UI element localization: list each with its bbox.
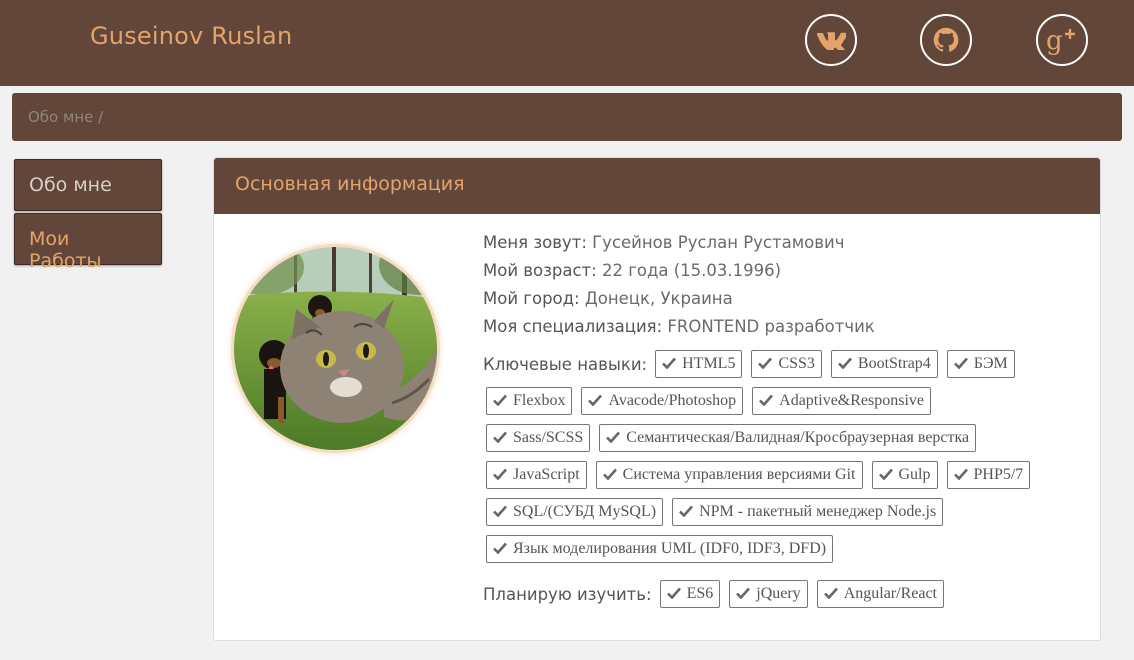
skill-tag-label: Adaptive&Responsive <box>779 392 925 409</box>
plan-label: Планирую изучить: <box>483 584 652 604</box>
skill-tag-label: ES6 <box>686 585 714 602</box>
skills-row: Ключевые навыки: HTML5 CSS3 BootStrap4 БЭМ <box>483 350 1024 380</box>
info-city: Мой город: Донецк, Украина <box>483 285 1083 313</box>
skill-tag: HTML5 <box>655 350 743 378</box>
skills-label: Ключевые навыки: <box>483 354 648 374</box>
github-icon <box>932 26 960 54</box>
google-plus-icon: g <box>1045 25 1079 55</box>
personal-info: Меня зовут: Гусейнов Руслан Рустамович М… <box>483 229 1083 608</box>
check-icon <box>493 503 513 520</box>
plan-tag: ES6 <box>659 580 721 608</box>
check-icon <box>493 466 513 483</box>
check-icon <box>606 429 626 446</box>
check-icon <box>758 355 778 372</box>
skills-row: Flexbox Avacode/Photoshop Adaptive&Respons… <box>486 387 940 417</box>
check-icon <box>662 355 682 372</box>
skill-tag: Gulp <box>871 461 938 489</box>
check-icon <box>878 466 899 483</box>
check-icon <box>679 503 699 520</box>
skill-tag: Язык моделирования UML (IDF0, IDF3, DFD) <box>486 535 834 563</box>
check-icon <box>953 466 974 483</box>
site-header: Guseinov Ruslan g <box>0 0 1134 86</box>
check-icon <box>493 540 513 557</box>
vk-link[interactable] <box>805 14 857 66</box>
info-age: Мой возраст: 22 года (15.03.1996) <box>483 257 1083 285</box>
skill-tag: Flexbox <box>486 387 573 415</box>
info-name: Меня зовут: Гусейнов Руслан Рустамович <box>483 229 1083 257</box>
check-icon <box>493 392 513 409</box>
skill-tag-label: Angular/React <box>843 585 937 602</box>
skill-tag-label: JavaScript <box>513 466 580 483</box>
skill-tag: Система управления версиями Git <box>595 461 863 489</box>
skill-tag: JavaScript <box>486 461 587 489</box>
skill-tag: NPM - пакетный менеджер Node.js <box>672 498 944 526</box>
skill-tag: BootStrap4 <box>830 350 938 378</box>
skill-tag-label: PHP5/7 <box>973 466 1024 483</box>
skill-tag-label: NPM - пакетный менеджер Node.js <box>699 503 937 520</box>
github-link[interactable] <box>920 14 972 66</box>
skill-tag-label: БЭМ <box>973 355 1008 372</box>
plan-tag: jQuery <box>729 580 808 608</box>
check-icon <box>953 355 974 372</box>
nav-item-about[interactable]: Обо мне <box>14 159 162 211</box>
check-icon <box>823 585 844 602</box>
check-icon <box>588 392 608 409</box>
vk-icon <box>816 30 846 50</box>
info-specialization-label: Моя специализация: <box>483 317 663 336</box>
skill-tag: PHP5/7 <box>946 461 1031 489</box>
check-icon <box>759 392 779 409</box>
skills-row: JavaScript Система управления версиями Gi… <box>486 461 1039 491</box>
skills-row: Sass/SCSS Семантическая/Валидная/Кросбрау… <box>486 424 985 454</box>
plan-tag: Angular/React <box>816 580 944 608</box>
skill-tag: Avacode/Photoshop <box>581 387 744 415</box>
skill-tag-label: Семантическая/Валидная/Кросбраузерная ве… <box>626 429 970 446</box>
skill-tag-label: Sass/SCSS <box>513 429 584 446</box>
nav-item-works[interactable]: Мои Работы <box>14 213 162 272</box>
google-plus-link[interactable]: g <box>1036 14 1088 66</box>
skill-tag-label: SQL/(СУБД MySQL) <box>513 503 657 520</box>
skill-tag-label: Язык моделирования UML (IDF0, IDF3, DFD) <box>513 540 827 557</box>
check-icon <box>736 585 756 602</box>
card-title: Основная информация <box>214 158 1100 214</box>
info-name-label: Меня зовут: <box>483 233 587 252</box>
check-icon <box>493 429 513 446</box>
brand-name[interactable]: Guseinov Ruslan <box>90 22 292 50</box>
skill-tag: Семантическая/Валидная/Кросбраузерная ве… <box>599 424 977 452</box>
skill-tag: Adaptive&Responsive <box>752 387 932 415</box>
skills-row: SQL/(СУБД MySQL) NPM - пакетный менеджер … <box>486 498 952 528</box>
skills-row: Язык моделирования UML (IDF0, IDF3, DFD) <box>486 535 842 565</box>
info-city-label: Мой город: <box>483 289 580 308</box>
plan-row: Планирую изучить: ES6 jQuery Angular/React <box>483 580 953 610</box>
skill-tag-label: Система управления версиями Git <box>622 466 856 483</box>
skill-tag-label: Avacode/Photoshop <box>608 392 737 409</box>
skill-tag: CSS3 <box>751 350 822 378</box>
check-icon <box>602 466 623 483</box>
breadcrumb-text[interactable]: Обо мне / <box>28 108 103 126</box>
svg-text:g: g <box>1046 26 1063 55</box>
skill-tag: Sass/SCSS <box>486 424 591 452</box>
info-age-value: 22 года (15.03.1996) <box>596 261 782 280</box>
skill-tag-label: Flexbox <box>513 392 566 409</box>
skill-tag-label: Gulp <box>898 466 931 483</box>
skill-tag: БЭМ <box>946 350 1015 378</box>
skill-tag-label: HTML5 <box>682 355 736 372</box>
skill-tag: SQL/(СУБД MySQL) <box>486 498 664 526</box>
info-specialization-value: FRONTEND разработчик <box>662 317 875 336</box>
info-name-value: Гусейнов Руслан Рустамович <box>586 233 845 252</box>
info-age-label: Мой возраст: <box>483 261 597 280</box>
breadcrumb: Обо мне / <box>12 93 1122 141</box>
info-specialization: Моя специализация: FRONTEND разработчик <box>483 313 1083 341</box>
avatar-photo <box>234 247 437 450</box>
info-city-value: Донецк, Украина <box>579 289 733 308</box>
check-icon <box>666 585 687 602</box>
skill-tag-label: jQuery <box>756 585 801 602</box>
skill-tag-label: BootStrap4 <box>857 355 931 372</box>
skill-tag-label: CSS3 <box>778 355 815 372</box>
check-icon <box>837 355 858 372</box>
info-card: Основная информация Меня зовут: Гусейнов… <box>213 157 1101 641</box>
